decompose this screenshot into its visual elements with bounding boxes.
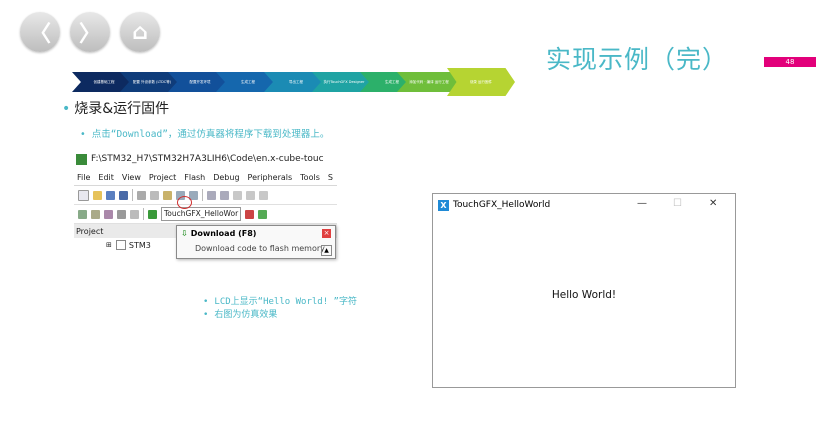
hello-world-text: Hello World! — [551, 289, 617, 301]
rebuild-icon[interactable] — [104, 209, 113, 219]
new-file-icon[interactable] — [78, 189, 89, 201]
menu-view[interactable]: View — [122, 173, 141, 182]
touchgfx-logo-icon: X — [438, 199, 449, 211]
paste-icon[interactable] — [163, 190, 172, 200]
bookmark-icon[interactable] — [233, 190, 242, 200]
home-button[interactable]: ⌂ — [120, 12, 160, 52]
step-9-current: 烧录 运行固件 — [447, 68, 515, 96]
forward-icon: 〉 — [78, 22, 101, 47]
ide-menu-bar: File Edit View Project Flash Debug Perip… — [74, 169, 337, 186]
bookmark-next-icon[interactable] — [259, 190, 268, 200]
ide-toolbar-1 — [74, 186, 337, 205]
scroll-up-icon[interactable]: ▲ — [321, 245, 332, 256]
bullet-main-text: 烧录&运行固件 — [74, 101, 170, 117]
bullet-sub-text: 点击“Download”，通过仿真器将程序下载到处理器上。 — [91, 129, 330, 140]
open-folder-icon[interactable] — [93, 190, 102, 200]
minimize-icon[interactable]: — — [637, 198, 647, 209]
save-icon[interactable] — [106, 190, 115, 200]
slide-title: 实现示例（完） — [546, 45, 729, 74]
translate-icon[interactable] — [78, 209, 87, 219]
notes-list: • LCD上显示“Hello World! ”字符 • 右图为仿真效果 — [203, 296, 357, 322]
tooltip-description: Download code to flash memory — [195, 244, 325, 253]
note-item: • 右图为仿真效果 — [203, 310, 278, 320]
simulator-title: TouchGFX_HelloWorld — [453, 200, 551, 210]
stop-build-icon[interactable] — [130, 209, 139, 219]
bullet-sub: • 点击“Download”，通过仿真器将程序下载到处理器上。 — [80, 129, 330, 140]
download-icon[interactable] — [148, 209, 157, 219]
menu-file[interactable]: File — [77, 173, 90, 182]
menu-debug[interactable]: Debug — [213, 173, 239, 182]
save-all-icon[interactable] — [119, 190, 128, 200]
download-tooltip: ⇩ Download (F8) × Download code to flash … — [176, 225, 336, 259]
menu-svcs[interactable]: S — [328, 173, 333, 182]
ide-toolbar-2: TouchGFX_HelloWor — [74, 205, 337, 224]
nav-back-icon[interactable] — [207, 190, 216, 200]
options-icon[interactable] — [245, 209, 255, 219]
simulator-window: X TouchGFX_HelloWorld — ☐ ✕ Hello World! — [432, 193, 736, 388]
back-icon: 〈 — [28, 22, 51, 47]
home-icon: ⌂ — [132, 19, 148, 45]
tooltip-title: ⇩ Download (F8) — [181, 229, 257, 238]
menu-flash[interactable]: Flash — [184, 173, 205, 182]
project-panel-label: Project — [76, 226, 104, 236]
page-number-badge: 48 — [764, 57, 816, 67]
nav-forward-icon[interactable] — [220, 190, 229, 200]
forward-button[interactable]: 〉 — [70, 12, 110, 52]
menu-tools[interactable]: Tools — [300, 173, 320, 182]
ide-title-text: F:\STM32_H7\STM32H7A3LIH6\Code\en.x-cube… — [91, 154, 324, 164]
tooltip-download-icon: ⇩ — [181, 229, 188, 238]
menu-edit[interactable]: Edit — [98, 173, 114, 182]
bullet-main: • 烧录&运行固件 — [62, 101, 170, 117]
expand-icon[interactable]: ⊞ — [106, 241, 112, 249]
batch-build-icon[interactable] — [117, 209, 126, 219]
process-steps: 创建基础工程 配置 外设参数 (LTDC等) 配置开发环境 生成工程 导出工程 … — [72, 68, 515, 100]
keil-app-icon — [76, 153, 87, 165]
back-button[interactable]: 〈 — [20, 12, 60, 52]
note-item: • LCD上显示“Hello World! ”字符 — [203, 297, 357, 307]
project-tree-label: STM3 — [128, 240, 151, 250]
ide-title-bar: F:\STM32_H7\STM32H7A3LIH6\Code\en.x-cube… — [74, 149, 337, 169]
bookmark-prev-icon[interactable] — [246, 190, 255, 200]
manage-components-icon[interactable] — [258, 209, 268, 219]
simulator-title-bar: X TouchGFX_HelloWorld — [433, 194, 735, 216]
download-highlight-circle — [177, 196, 192, 209]
build-icon[interactable] — [91, 209, 100, 219]
maximize-icon[interactable]: ☐ — [673, 198, 682, 209]
close-icon[interactable]: ✕ — [709, 198, 717, 209]
copy-icon[interactable] — [150, 190, 159, 200]
tooltip-close-icon[interactable]: × — [322, 229, 331, 238]
folder-icon — [115, 240, 126, 250]
menu-project[interactable]: Project — [149, 173, 176, 182]
cut-icon[interactable] — [137, 190, 146, 200]
step-8: 添加代码 · 编译 运行工程 — [397, 72, 461, 92]
target-select[interactable]: TouchGFX_HelloWor — [161, 207, 242, 221]
menu-peripherals[interactable]: Peripherals — [248, 173, 293, 182]
